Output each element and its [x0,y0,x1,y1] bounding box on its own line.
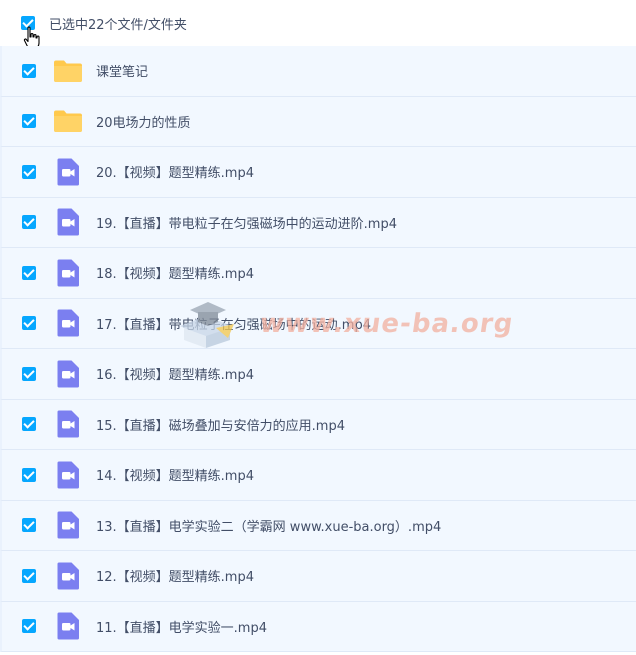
file-list: 课堂笔记 20电场力的性质 20.【视频】题型精练.mp4 19.【直播】带电粒子在匀… [0,46,636,652]
row-checkbox[interactable] [22,467,36,482]
file-row[interactable]: 13.【直播】电学实验二（学霸网 www.xue-ba.org）.mp4 [0,500,636,551]
row-checkbox[interactable] [22,114,36,129]
file-row[interactable]: 19.【直播】带电粒子在匀强磁场中的运动进阶.mp4 [0,197,636,248]
file-name[interactable]: 17.【直播】带电粒子在匀强磁场中的运动.mp4 [96,314,371,333]
row-checkbox[interactable] [22,366,36,381]
row-checkbox[interactable] [22,265,36,280]
video-file-icon [53,510,83,540]
video-file-icon [53,409,83,439]
folder-row[interactable]: 课堂笔记 [0,46,636,97]
file-name[interactable]: 19.【直播】带电粒子在匀强磁场中的运动进阶.mp4 [96,213,397,232]
file-row[interactable]: 14.【视频】题型精练.mp4 [0,450,636,501]
row-checkbox[interactable] [22,568,36,583]
file-row[interactable]: 17.【直播】带电粒子在匀强磁场中的运动.mp4 [0,298,636,349]
file-name[interactable]: 11.【直播】电学实验一.mp4 [96,617,267,636]
folder-row[interactable]: 20电场力的性质 [0,96,636,147]
row-checkbox[interactable] [22,164,36,179]
file-name[interactable]: 20.【视频】题型精练.mp4 [96,162,254,181]
video-file-icon [53,561,83,591]
row-checkbox[interactable] [22,63,36,78]
file-row[interactable]: 15.【直播】磁场叠加与安倍力的应用.mp4 [0,399,636,450]
file-name[interactable]: 14.【视频】题型精练.mp4 [96,465,254,484]
file-name[interactable]: 12.【视频】题型精练.mp4 [96,566,254,585]
file-row[interactable]: 18.【视频】题型精练.mp4 [0,248,636,299]
video-file-icon [53,611,83,641]
row-checkbox[interactable] [22,316,36,331]
folder-icon [53,56,83,86]
file-name[interactable]: 15.【直播】磁场叠加与安倍力的应用.mp4 [96,415,345,434]
file-name[interactable]: 课堂笔记 [96,61,148,80]
video-file-icon [53,157,83,187]
row-checkbox[interactable] [22,417,36,432]
file-row[interactable]: 16.【视频】题型精练.mp4 [0,349,636,400]
video-file-icon [53,308,83,338]
file-name[interactable]: 20电场力的性质 [96,112,191,131]
video-file-icon [53,460,83,490]
selection-header: 已选中22个文件/文件夹 [0,0,636,46]
folder-icon [53,106,83,136]
file-name[interactable]: 18.【视频】题型精练.mp4 [96,263,254,282]
row-checkbox[interactable] [22,518,36,533]
row-checkbox[interactable] [22,619,36,634]
file-name[interactable]: 16.【视频】题型精练.mp4 [96,364,254,383]
video-file-icon [53,258,83,288]
selection-count-label: 已选中22个文件/文件夹 [49,17,187,33]
file-row[interactable]: 12.【视频】题型精练.mp4 [0,551,636,602]
video-file-icon [53,359,83,389]
video-file-icon [53,207,83,237]
file-name[interactable]: 13.【直播】电学实验二（学霸网 www.xue-ba.org）.mp4 [96,516,441,535]
file-row[interactable]: 20.【视频】题型精练.mp4 [0,147,636,198]
row-checkbox[interactable] [22,215,36,230]
file-row[interactable]: 11.【直播】电学实验一.mp4 [0,601,636,652]
